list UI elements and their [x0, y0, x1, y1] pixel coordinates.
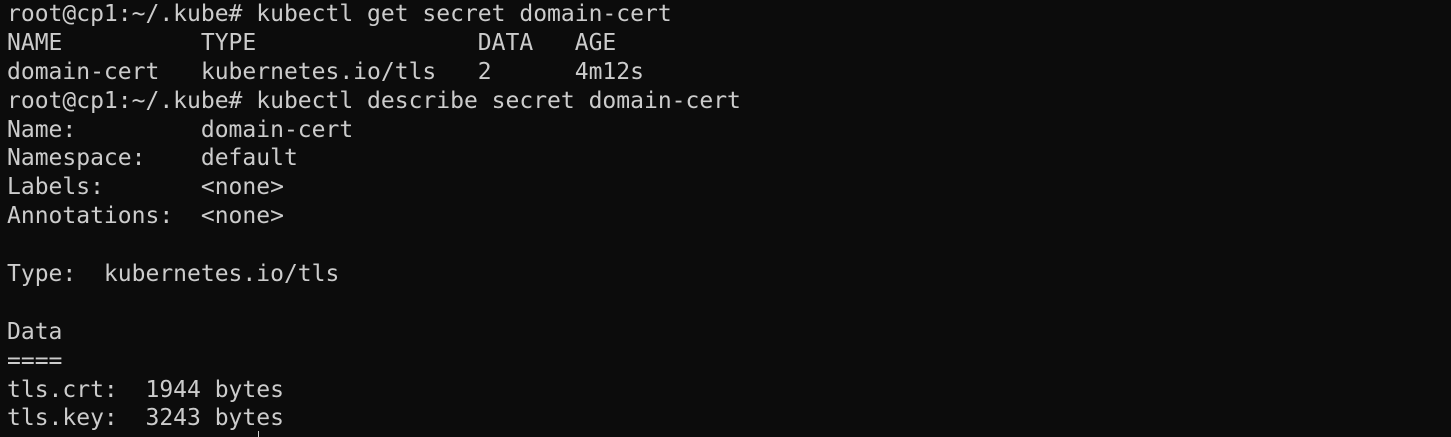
table-header-row: NAME TYPE DATA AGE: [7, 29, 617, 56]
describe-name-line: Name: domain-cert: [7, 116, 354, 143]
terminal-prompt-line: root@cp1:~/.kube# kubectl describe secre…: [7, 87, 741, 114]
data-entry-tls-key: tls.key: 3243 bytes: [7, 405, 284, 432]
describe-type-line: Type: kubernetes.io/tls: [7, 261, 340, 288]
data-heading-underline: ====: [7, 347, 63, 374]
describe-labels-line: Labels: <none>: [7, 174, 284, 201]
table-row: domain-cert kubernetes.io/tls 2 4m12s: [7, 58, 644, 85]
text-cursor: [258, 431, 259, 437]
data-heading: Data: [7, 318, 63, 345]
describe-namespace-line: Namespace: default: [7, 145, 298, 172]
terminal-window[interactable]: root@cp1:~/.kube# kubectl get secret dom…: [0, 0, 1451, 437]
data-entry-tls-crt: tls.crt: 1944 bytes: [7, 376, 284, 403]
terminal-prompt-line: root@cp1:~/.kube# kubectl get secret dom…: [7, 1, 672, 27]
describe-annotations-line: Annotations: <none>: [7, 203, 284, 230]
